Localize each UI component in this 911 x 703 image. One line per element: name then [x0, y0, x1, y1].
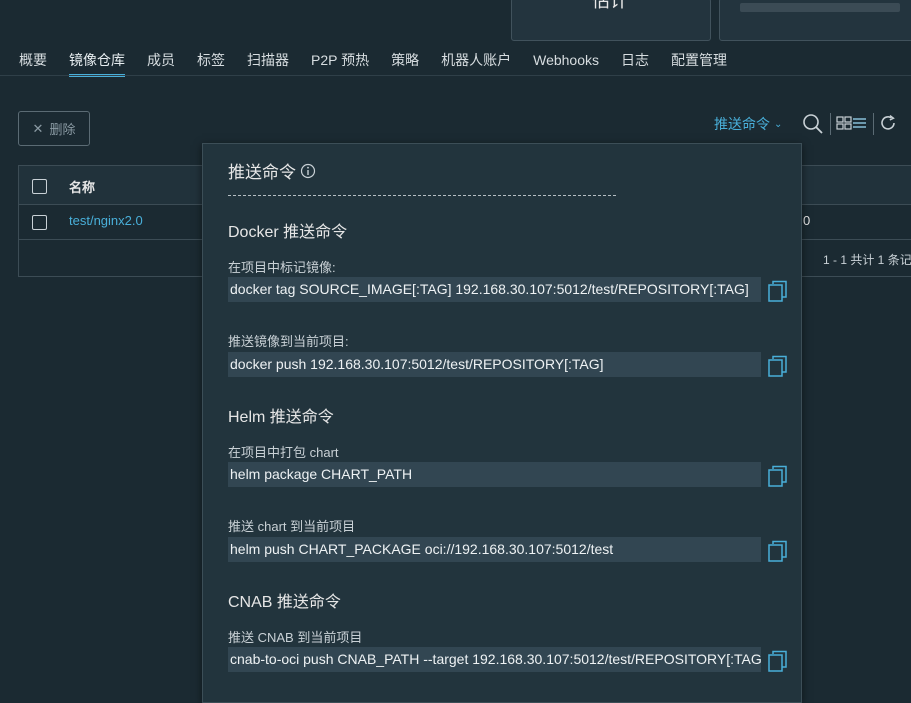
- tab-summary[interactable]: 概要: [19, 50, 47, 74]
- helm-package-label: 在项目中打包 chart: [228, 445, 339, 460]
- artifact-count: 0: [803, 213, 811, 228]
- docker-section-title: Docker 推送命令: [228, 224, 348, 241]
- push-command-label: 推送命令: [714, 116, 770, 132]
- toolbar-divider: [873, 113, 874, 135]
- refresh-icon[interactable]: [879, 114, 897, 132]
- top-card-placeholder: [719, 0, 911, 41]
- copy-icon[interactable]: [766, 649, 788, 673]
- delete-button[interactable]: ✕ 删除: [18, 111, 90, 146]
- docker-push-label: 推送镜像到当前项目:: [228, 334, 349, 349]
- dashed-divider: [228, 195, 616, 196]
- popover-title: 推送命令: [228, 158, 316, 183]
- tab-members[interactable]: 成员: [147, 50, 175, 74]
- helm-section-title: Helm 推送命令: [228, 409, 334, 426]
- tab-logs[interactable]: 日志: [621, 50, 649, 74]
- row-checkbox[interactable]: [32, 215, 47, 230]
- delete-label: 删除: [49, 122, 76, 137]
- select-all-checkbox[interactable]: [32, 179, 47, 194]
- top-card-estimate: 估计: [511, 0, 711, 41]
- copy-icon[interactable]: [766, 464, 788, 488]
- helm-package-command[interactable]: helm package CHART_PATH: [228, 462, 761, 487]
- push-command-dropdown[interactable]: 推送命令 ⌄: [714, 112, 782, 136]
- tabs-divider: [0, 75, 911, 76]
- search-icon[interactable]: [802, 113, 824, 135]
- list-view-icon[interactable]: [852, 117, 867, 129]
- docker-push-command[interactable]: docker push 192.168.30.107:5012/test/REP…: [228, 352, 761, 377]
- project-tabs: 概要 镜像仓库 成员 标签 扫描器 P2P 预热 策略 机器人账户 Webhooks 日志 配置管理: [19, 50, 749, 77]
- grid-view-icon[interactable]: [836, 116, 852, 130]
- helm-push-label: 推送 chart 到当前项目: [228, 519, 356, 534]
- tab-configuration[interactable]: 配置管理: [671, 50, 727, 74]
- tab-p2p-preheat[interactable]: P2P 预热: [311, 50, 369, 74]
- column-name-header[interactable]: 名称: [69, 177, 95, 196]
- docker-tag-label: 在项目中标记镜像:: [228, 260, 336, 275]
- copy-icon[interactable]: [766, 354, 788, 378]
- tab-webhooks[interactable]: Webhooks: [533, 50, 599, 74]
- helm-push-command[interactable]: helm push CHART_PACKAGE oci://192.168.30…: [228, 537, 761, 562]
- cnab-section-title: CNAB 推送命令: [228, 594, 341, 611]
- cnab-push-command[interactable]: cnab-to-oci push CNAB_PATH --target 192.…: [228, 647, 761, 672]
- popover-title-text: 推送命令: [228, 163, 296, 182]
- tab-policy[interactable]: 策略: [391, 50, 419, 74]
- top-card-text: 估计: [592, 0, 628, 11]
- tab-labels[interactable]: 标签: [197, 50, 225, 74]
- pagination-text: 1 - 1 共计 1 条记录: [823, 253, 911, 267]
- tab-robot-accounts[interactable]: 机器人账户: [441, 50, 511, 74]
- push-command-popover: 推送命令 Docker 推送命令 在项目中标记镜像: docker tag SO…: [202, 143, 802, 703]
- copy-icon[interactable]: [766, 279, 788, 303]
- info-icon[interactable]: [300, 163, 316, 179]
- tab-scanner[interactable]: 扫描器: [247, 50, 289, 74]
- docker-tag-command[interactable]: docker tag SOURCE_IMAGE[:TAG] 192.168.30…: [228, 277, 761, 302]
- close-icon: ✕: [32, 120, 44, 136]
- cnab-push-label: 推送 CNAB 到当前项目: [228, 630, 363, 645]
- tab-repositories[interactable]: 镜像仓库: [69, 50, 125, 77]
- toolbar-divider: [830, 113, 831, 135]
- chevron-down-icon: ⌄: [774, 118, 783, 130]
- copy-icon[interactable]: [766, 539, 788, 563]
- repository-link[interactable]: test/nginx2.0: [69, 213, 143, 228]
